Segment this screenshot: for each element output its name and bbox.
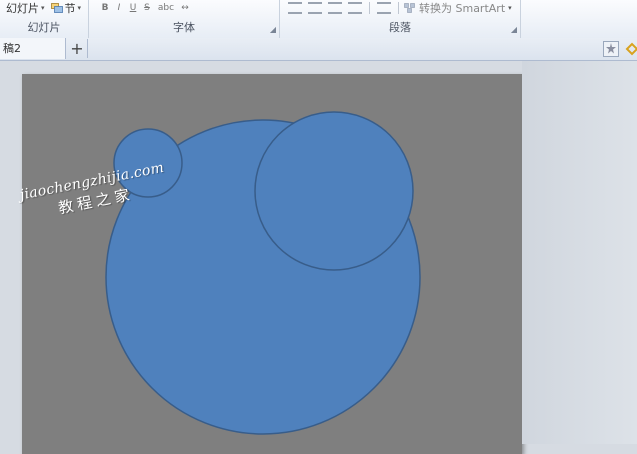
font-group: B I U S abc ↔ 字体 ◢ [89, 0, 280, 38]
slide-tab-label: 稿2 [3, 42, 21, 55]
align-right-icon[interactable] [328, 2, 342, 14]
italic-button[interactable]: I [113, 3, 125, 13]
outline-tab-bar: 稿2 + [0, 38, 637, 61]
layout-button-label: 幻灯片 [6, 2, 39, 15]
chevron-down-icon: ▾ [508, 4, 512, 12]
dialog-launcher-icon[interactable]: ◢ [270, 25, 276, 34]
strikethrough-button[interactable]: S [141, 3, 153, 13]
drawing-group [521, 0, 637, 38]
magic-icon[interactable] [603, 41, 619, 57]
bold-button[interactable]: B [99, 3, 111, 13]
text-direction-button[interactable]: ↔ [179, 3, 191, 13]
slide-canvas[interactable] [22, 74, 522, 454]
shape-icon[interactable] [624, 41, 637, 57]
smartart-icon [404, 3, 415, 13]
ribbon: 幻灯片 ▾ 节 ▾ 幻灯片 B I U S abc ↔ 字体 ◢ 转换为 Sma… [0, 0, 637, 39]
smartart-label: 转换为 SmartArt [419, 2, 506, 15]
paragraph-group: 转换为 SmartArt ▾ 段落 ◢ [280, 0, 521, 38]
separator [369, 2, 370, 14]
chevron-down-icon: ▾ [41, 4, 45, 12]
section-icon [50, 3, 63, 13]
slides-group-label: 幻灯片 [27, 21, 61, 34]
medium-circle[interactable] [254, 111, 414, 271]
char-spacing-button[interactable]: abc [155, 3, 177, 13]
layout-button[interactable]: 幻灯片 ▾ [4, 0, 47, 16]
slides-group: 幻灯片 ▾ 节 ▾ 幻灯片 [0, 0, 89, 38]
slide-tab[interactable]: 稿2 [0, 38, 66, 59]
side-panel [522, 61, 637, 444]
align-left-icon[interactable] [288, 2, 302, 14]
paragraph-group-label: 段落 [389, 21, 411, 34]
dialog-launcher-icon[interactable]: ◢ [511, 25, 517, 34]
columns-icon[interactable] [377, 2, 391, 14]
separator [398, 2, 399, 14]
convert-smartart-button[interactable]: 转换为 SmartArt ▾ [404, 0, 512, 16]
font-group-label: 字体 [173, 21, 195, 34]
section-button[interactable]: 节 ▾ [49, 0, 84, 16]
underline-button[interactable]: U [127, 3, 139, 13]
align-center-icon[interactable] [308, 2, 322, 14]
justify-icon[interactable] [348, 2, 362, 14]
slide-workarea [0, 61, 637, 454]
slide-shapes [105, 111, 421, 435]
add-tab-button[interactable]: + [67, 39, 88, 58]
section-button-label: 节 [64, 2, 76, 15]
chevron-down-icon: ▾ [77, 4, 82, 12]
